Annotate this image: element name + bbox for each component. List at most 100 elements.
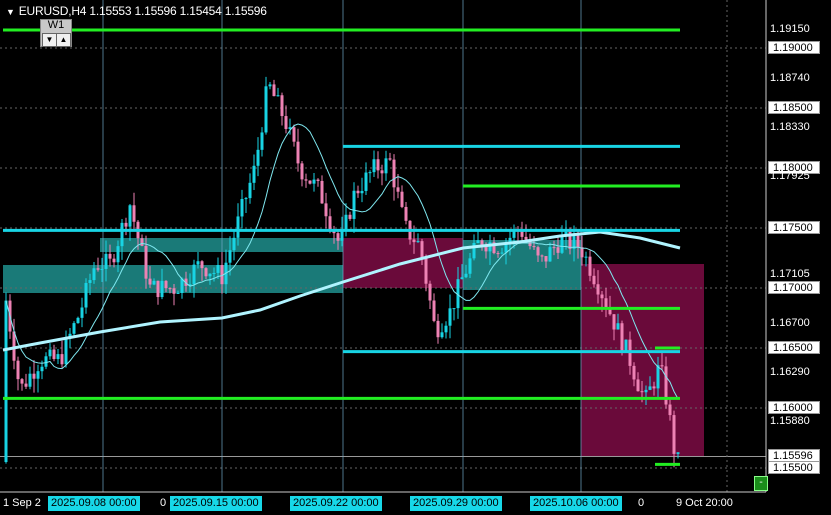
bull-candle <box>648 386 652 390</box>
bull-candle <box>260 132 264 150</box>
symbol-timeframe: EURUSD,H4 <box>18 4 87 18</box>
price-tick-label: 1.17500 <box>768 221 820 234</box>
bear-candle <box>544 256 548 262</box>
bull-candle <box>268 84 272 87</box>
bull-candle <box>36 371 40 379</box>
bear-candle <box>400 191 404 207</box>
bull-candle <box>88 280 92 283</box>
bull-candle <box>120 222 124 247</box>
price-chart[interactable] <box>0 0 831 515</box>
bear-candle <box>320 180 324 204</box>
bull-candle <box>416 241 420 243</box>
bear-candle <box>576 235 580 248</box>
bull-candle <box>4 300 8 462</box>
timeframe-switcher[interactable]: W1 ▼ ▲ <box>40 19 72 47</box>
bear-candle <box>392 159 396 188</box>
bull-candle <box>28 373 32 387</box>
bull-candle <box>240 199 244 217</box>
minimize-button[interactable]: - <box>754 476 768 491</box>
bear-candle <box>412 239 416 243</box>
bull-candle <box>276 95 280 97</box>
bear-candle <box>200 261 204 269</box>
time-tick-label: 9 Oct 20:00 <box>676 497 733 509</box>
bear-candle <box>348 214 352 219</box>
bull-candle <box>92 268 96 281</box>
bull-candle <box>244 198 248 200</box>
bear-candle <box>640 391 644 393</box>
bear-candle <box>24 383 28 387</box>
bull-candle <box>372 159 376 173</box>
bull-candle <box>560 236 564 253</box>
bear-candle <box>356 190 360 194</box>
low-price: 1.15454 <box>179 4 222 18</box>
bull-candle <box>128 205 132 227</box>
symbol-header: ▼ EURUSD,H4 1.15553 1.15596 1.15454 1.155… <box>6 4 267 18</box>
bear-candle <box>316 179 320 181</box>
bull-candle <box>676 452 680 454</box>
bear-candle <box>292 127 296 142</box>
bull-candle <box>48 349 52 357</box>
collapse-triangle-icon[interactable]: ▼ <box>6 7 15 17</box>
bear-candle <box>592 275 596 285</box>
bull-candle <box>548 247 552 262</box>
bull-candle <box>352 190 356 219</box>
bull-candle <box>460 277 464 280</box>
bull-candle <box>84 282 88 308</box>
close-price: 1.15596 <box>224 4 267 18</box>
bull-candle <box>368 172 372 174</box>
bear-candle <box>432 300 436 321</box>
timeframe-label: W1 <box>47 19 65 31</box>
bear-candle <box>420 241 424 259</box>
bear-candle <box>404 206 408 221</box>
bear-candle <box>396 187 400 192</box>
bull-candle <box>312 179 316 184</box>
bear-candle <box>156 280 160 298</box>
bear-candle <box>304 179 308 181</box>
bear-candle <box>60 354 64 365</box>
time-tick-label: 2025.10.06 00:00 <box>530 496 622 511</box>
bull-candle <box>116 246 120 263</box>
bull-candle <box>468 258 472 274</box>
bull-candle <box>384 158 388 174</box>
price-tick-label: 1.18500 <box>768 101 820 114</box>
bear-candle <box>272 84 276 97</box>
time-tick-label: 0 <box>638 497 645 509</box>
bull-candle <box>152 280 156 285</box>
price-tick-label: 1.17105 <box>770 268 810 281</box>
bull-candle <box>340 230 344 241</box>
time-tick-label: 0 <box>160 497 167 509</box>
bear-candle <box>612 314 616 330</box>
price-tick-label: 1.16500 <box>768 341 820 354</box>
bull-candle <box>56 354 60 359</box>
price-tick-label: 1.15880 <box>770 415 810 428</box>
time-tick-label: 2025.09.15 00:00 <box>170 496 262 511</box>
bull-candle <box>624 339 628 352</box>
timeframe-up-button[interactable]: ▲ <box>56 33 71 47</box>
bear-candle <box>32 373 36 379</box>
bull-candle <box>192 264 196 285</box>
price-tick-label: 1.17000 <box>768 281 820 294</box>
bull-candle <box>616 323 620 330</box>
bull-candle <box>64 337 68 365</box>
bear-candle <box>536 247 540 256</box>
bull-candle <box>264 86 268 133</box>
bull-candle <box>208 273 212 277</box>
bear-candle <box>204 268 208 277</box>
bull-candle <box>100 268 104 270</box>
price-tick-label: 1.19150 <box>770 23 810 35</box>
bear-candle <box>112 258 116 263</box>
bull-candle <box>584 256 588 258</box>
bull-candle <box>160 280 164 298</box>
bear-candle <box>148 278 152 285</box>
timeframe-down-button[interactable]: ▼ <box>42 33 57 47</box>
bull-candle <box>500 252 504 254</box>
bear-candle <box>428 283 432 301</box>
bear-candle <box>496 253 500 255</box>
bear-candle <box>620 323 624 352</box>
price-tick-label: 1.17925 <box>770 170 810 182</box>
time-tick-label: 2025.09.22 00:00 <box>290 496 382 511</box>
price-tick-label: 1.18330 <box>770 121 810 134</box>
bull-candle <box>80 307 84 318</box>
bear-candle <box>672 415 676 454</box>
bear-candle <box>52 349 56 359</box>
